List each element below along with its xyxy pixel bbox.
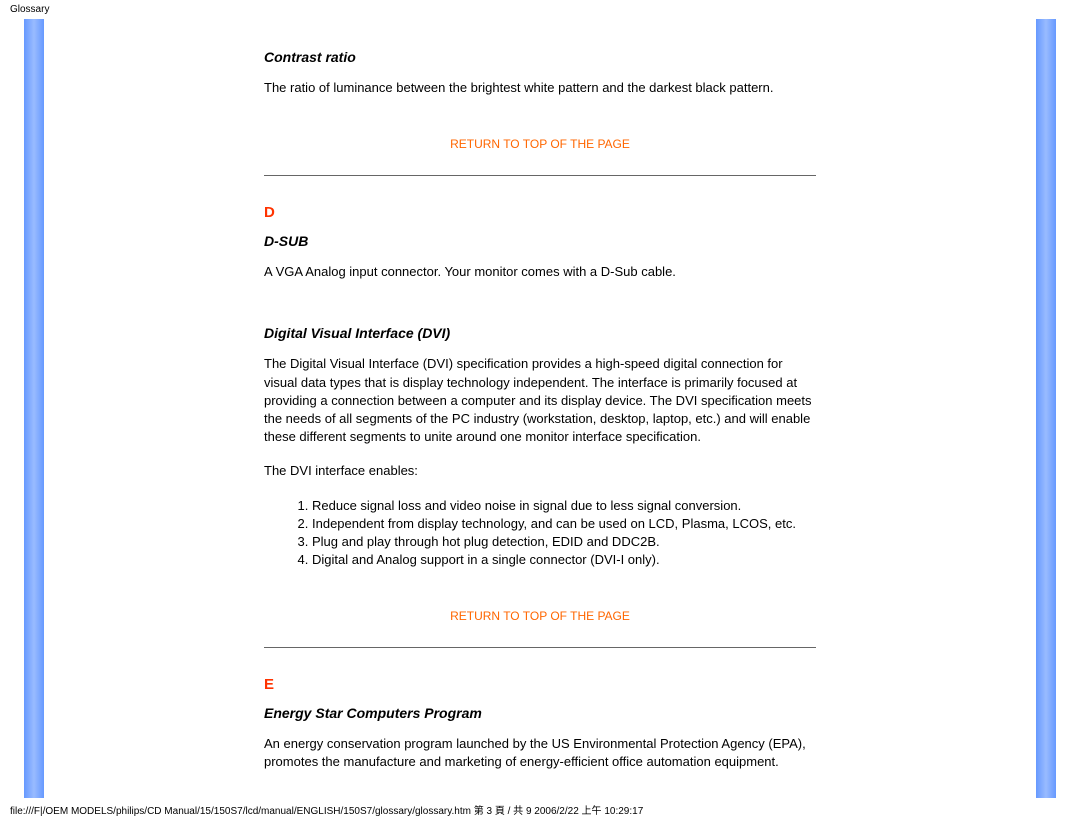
- page-header: Glossary: [0, 0, 1080, 19]
- contrast-ratio-heading: Contrast ratio: [264, 49, 816, 65]
- energy-star-body: An energy conservation program launched …: [264, 735, 816, 771]
- left-decorative-bar: [24, 19, 44, 798]
- letter-d-heading: D: [264, 204, 816, 221]
- return-to-top-link[interactable]: RETURN TO TOP OF THE PAGE: [264, 137, 816, 151]
- letter-e-heading: E: [264, 676, 816, 693]
- list-item: Reduce signal loss and video noise in si…: [312, 497, 816, 515]
- dsub-heading: D-SUB: [264, 233, 816, 249]
- energy-star-heading: Energy Star Computers Program: [264, 705, 816, 721]
- divider: [264, 175, 816, 176]
- list-item: Digital and Analog support in a single c…: [312, 551, 816, 569]
- dvi-list: Reduce signal loss and video noise in si…: [312, 497, 816, 570]
- main-container: Contrast ratio The ratio of luminance be…: [24, 19, 1056, 798]
- return-to-top-link[interactable]: RETURN TO TOP OF THE PAGE: [264, 609, 816, 623]
- dvi-body-1: The Digital Visual Interface (DVI) speci…: [264, 355, 816, 446]
- divider: [264, 647, 816, 648]
- list-item: Plug and play through hot plug detection…: [312, 533, 816, 551]
- dvi-body-2: The DVI interface enables:: [264, 462, 816, 480]
- list-item: Independent from display technology, and…: [312, 515, 816, 533]
- contrast-ratio-body: The ratio of luminance between the brigh…: [264, 79, 816, 97]
- footer-file-path: file:///F|/OEM MODELS/philips/CD Manual/…: [0, 798, 1080, 821]
- dsub-body: A VGA Analog input connector. Your monit…: [264, 263, 816, 281]
- right-decorative-bar: [1036, 19, 1056, 798]
- content-area: Contrast ratio The ratio of luminance be…: [44, 19, 1036, 798]
- dvi-heading: Digital Visual Interface (DVI): [264, 325, 816, 341]
